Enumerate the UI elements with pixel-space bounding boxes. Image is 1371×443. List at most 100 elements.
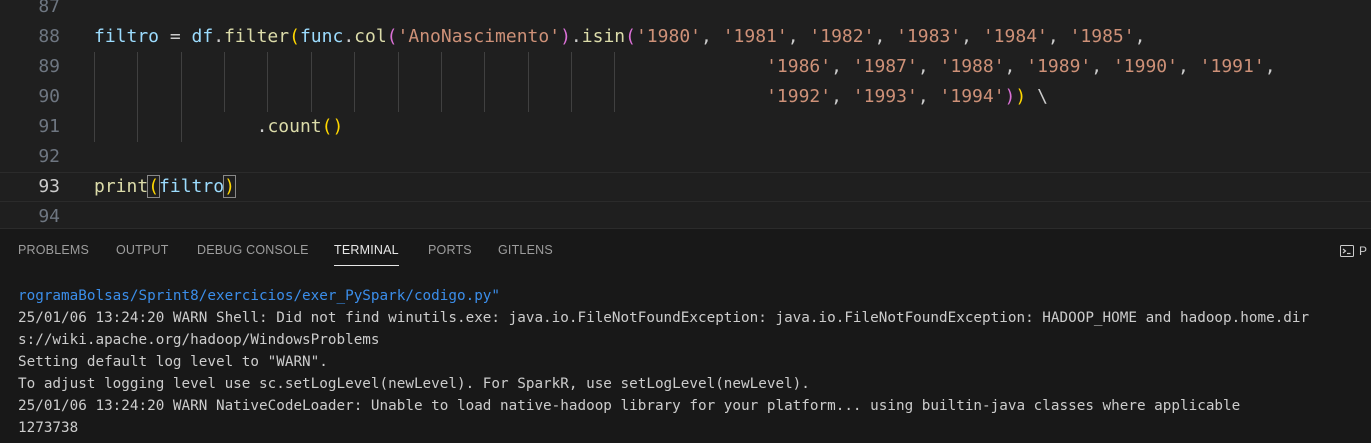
line-number: 87 (38, 0, 60, 17)
indent-guide (94, 82, 95, 112)
code-token: . (343, 26, 355, 47)
code-token: 'AnoNascimento' (397, 26, 561, 47)
indent-guide (267, 52, 269, 82)
code-token: '1987' (852, 56, 918, 77)
line-number: 93 (38, 176, 60, 197)
code-token: , (701, 26, 723, 47)
code-token: '1992' (766, 86, 832, 107)
code-line[interactable]: 93 print(filtro) (0, 172, 1371, 202)
code-token: . (570, 26, 582, 47)
code-line[interactable]: 94 (0, 202, 1371, 228)
indent-guide (440, 52, 442, 82)
indent-guide (354, 82, 356, 112)
terminal-line: To adjust logging level use sc.setLogLev… (18, 376, 810, 392)
terminal-launch[interactable]: P (1339, 243, 1367, 259)
code-line[interactable]: 90 '1992', '1993', '1994')) \ (0, 82, 1371, 112)
code-token: filter (224, 26, 290, 47)
code-token: , (874, 26, 897, 47)
code-token: filtro (94, 26, 160, 47)
indent-guide (484, 82, 486, 112)
code-token: '1993' (852, 86, 918, 107)
terminal-line: s://wiki.apache.org/hadoop/WindowsProble… (18, 332, 380, 348)
bottom-panel: PROBLEMS OUTPUT DEBUG CONSOLE TERMINAL PORTS… (0, 228, 1371, 443)
tab-output[interactable]: OUTPUT (116, 243, 169, 265)
code-text: '1986', '1987', '1988', '1989', '1990', … (766, 52, 1275, 82)
code-token: func (299, 26, 344, 47)
tab-ports[interactable]: PORTS (428, 243, 472, 265)
indent-guide (224, 52, 226, 82)
code-token: '1990' (1112, 56, 1178, 77)
code-token: ( (625, 26, 636, 47)
terminal-name-label: P (1359, 244, 1368, 258)
indent-guide (267, 82, 269, 112)
code-token: ) (560, 26, 571, 47)
code-text: print(filtro) (94, 172, 236, 202)
code-token: ) (223, 175, 236, 198)
code-token: ) (1004, 86, 1016, 107)
code-text: filtro = df.filter(func.col('AnoNascimen… (94, 22, 1145, 52)
indent-guide (137, 52, 139, 82)
code-token: '1985' (1069, 26, 1135, 47)
code-token: , (961, 26, 983, 47)
indent-guide (224, 82, 226, 112)
indent-guide (614, 82, 616, 112)
code-token: '1982' (809, 26, 875, 47)
line-number: 88 (38, 26, 60, 47)
indent-guide (310, 82, 312, 112)
code-token: ( (386, 26, 398, 47)
tab-problems[interactable]: PROBLEMS (18, 243, 89, 265)
terminal-line: 25/01/06 13:24:20 WARN NativeCodeLoader:… (18, 398, 1241, 414)
code-line[interactable]: 89 '1986', '1987', '1988', '1989', '1990'… (0, 52, 1371, 82)
code-token: '1984' (982, 26, 1048, 47)
line-number: 92 (38, 146, 60, 167)
line-number: 90 (38, 86, 60, 107)
terminal-line: Setting default log level to "WARN". (18, 354, 328, 370)
code-token: = (159, 26, 192, 47)
code-token: count (267, 116, 322, 137)
code-token: ( (147, 175, 161, 198)
code-token: ) (332, 116, 344, 137)
code-token: '1981' (722, 26, 788, 47)
code-token: '1994' (939, 86, 1005, 107)
indent-guide (484, 52, 486, 82)
code-text: '1992', '1993', '1994')) \ (766, 82, 1048, 112)
terminal-output[interactable]: rogramaBolsas/Sprint8/exercicios/exer_Py… (18, 285, 1371, 439)
indent-guide (354, 52, 356, 82)
code-token: '1986' (766, 56, 832, 77)
code-token: , (1047, 26, 1070, 47)
code-token: print (94, 176, 149, 197)
code-line[interactable]: 91 .count() (0, 112, 1371, 142)
code-token: . (256, 116, 268, 137)
code-token: '1988' (939, 56, 1005, 77)
code-line[interactable]: 88 filtro = df.filter(func.col('AnoNascim… (0, 22, 1371, 52)
code-editor[interactable]: 87 88 filtro = df.filter(func.col('AnoNasc… (0, 0, 1371, 228)
code-token: filtro (159, 176, 225, 197)
indent-guide (440, 82, 442, 112)
indent-guide (310, 52, 312, 82)
code-token: , (1004, 56, 1027, 77)
code-token: isin (581, 26, 626, 47)
tab-terminal[interactable]: TERMINAL (334, 243, 399, 266)
code-token: , (831, 86, 853, 107)
code-token: '1989' (1026, 56, 1092, 77)
tab-gitlens[interactable]: GITLENS (498, 243, 553, 265)
line-number: 91 (38, 116, 60, 137)
indent-guide (94, 112, 95, 142)
code-token: , (1177, 56, 1200, 77)
indent-guide (137, 112, 139, 142)
code-token: , (917, 86, 940, 107)
code-token: \ (1026, 86, 1048, 107)
code-token: '1983' (896, 26, 962, 47)
code-token: , (1134, 26, 1146, 47)
code-line[interactable]: 92 (0, 142, 1371, 172)
terminal-line: 25/01/06 13:24:20 WARN Shell: Did not fi… (18, 310, 1310, 326)
terminal-path-line[interactable]: rogramaBolsas/Sprint8/exercicios/exer_Py… (18, 285, 1371, 307)
code-line[interactable]: 87 (0, 0, 1371, 22)
tab-debug-console[interactable]: DEBUG CONSOLE (197, 243, 309, 265)
code-token: , (831, 56, 853, 77)
code-token: , (1091, 56, 1113, 77)
code-token: ( (321, 116, 333, 137)
code-token: ( (289, 26, 300, 47)
terminal-line: 1273738 (18, 420, 79, 436)
code-token: '1991' (1199, 56, 1265, 77)
